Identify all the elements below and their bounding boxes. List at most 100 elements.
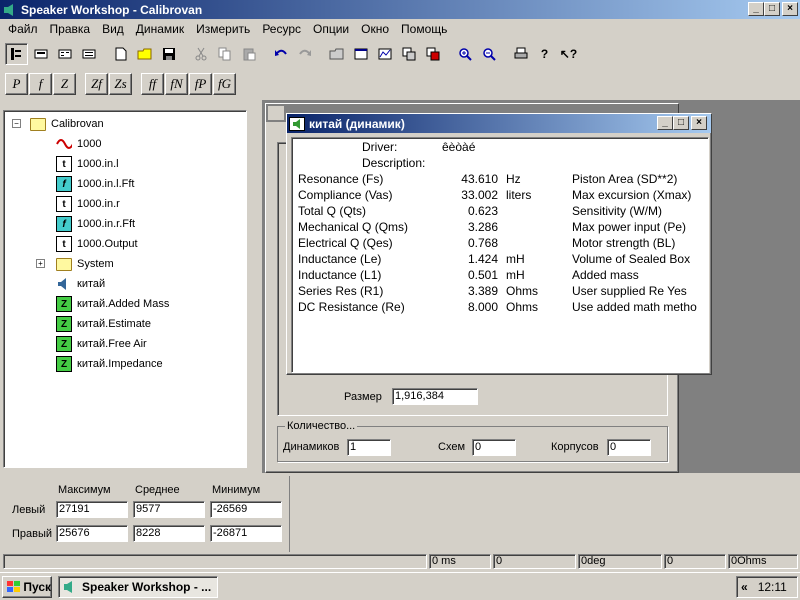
param-right-name: Volume of Sealed Box bbox=[572, 252, 691, 266]
start-button[interactable]: Пуск bbox=[2, 576, 52, 598]
tree-item-system[interactable]: System bbox=[56, 254, 114, 274]
driver-minimize-button[interactable]: _ bbox=[657, 116, 673, 130]
maximize-button[interactable]: □ bbox=[764, 2, 780, 16]
min-header: Минимум bbox=[212, 484, 261, 496]
main-toolbar: ? ↖? bbox=[2, 40, 581, 68]
driver-label: Driver: bbox=[362, 140, 398, 154]
param-row: Inductance (L1) 0.501 mH Added mass bbox=[292, 268, 710, 284]
tree-item-label: китай.Impedance bbox=[77, 358, 163, 370]
tray-expand-icon[interactable]: « bbox=[741, 580, 748, 594]
math-zs-button[interactable]: Zs bbox=[109, 73, 132, 95]
menu-resource[interactable]: Ресурс bbox=[256, 22, 307, 36]
param-value: 3.389 bbox=[467, 284, 498, 298]
minimize-button[interactable]: _ bbox=[748, 2, 764, 16]
tree-item-kitay-estimate[interactable]: Z китай.Estimate bbox=[56, 314, 151, 334]
z-doc-icon: Z bbox=[56, 296, 72, 312]
param-right-name: Added mass bbox=[572, 268, 639, 282]
paste-icon[interactable] bbox=[237, 43, 260, 65]
max-header: Максимум bbox=[58, 484, 111, 496]
help-icon[interactable]: ? bbox=[533, 43, 556, 65]
menu-edit[interactable]: Правка bbox=[44, 22, 97, 36]
driver-window[interactable]: китай (динамик) _ □ × Driver: êèòàé Desc… bbox=[286, 113, 712, 375]
param-row: Mechanical Q (Qms) 3.286 Max power input… bbox=[292, 220, 710, 236]
menu-options[interactable]: Опции bbox=[307, 22, 355, 36]
tree-item-1000[interactable]: 1000 bbox=[56, 134, 101, 154]
save-icon[interactable] bbox=[157, 43, 180, 65]
undo-icon[interactable] bbox=[269, 43, 292, 65]
param-name: Electrical Q (Qes) bbox=[298, 236, 393, 250]
tree-item-1000-in-r[interactable]: t 1000.in.r bbox=[56, 194, 120, 214]
print-icon[interactable] bbox=[509, 43, 532, 65]
status-ohms: 0Ohms bbox=[728, 554, 798, 569]
tree-item-label: 1000.Output bbox=[77, 238, 138, 250]
status-phase: 0deg bbox=[578, 554, 662, 569]
speaker-icon bbox=[56, 276, 72, 292]
cut-icon[interactable] bbox=[189, 43, 212, 65]
math-fp-button[interactable]: fP bbox=[189, 73, 212, 95]
menu-help[interactable]: Помощь bbox=[395, 22, 453, 36]
close-button[interactable]: × bbox=[782, 2, 798, 16]
large-icons-icon[interactable] bbox=[29, 43, 52, 65]
param-name: Resonance (Fs) bbox=[298, 172, 384, 186]
tree-item-kitay-free-air[interactable]: Z китай.Free Air bbox=[56, 334, 147, 354]
graph-icon[interactable] bbox=[373, 43, 396, 65]
tree-item-1000-in-l[interactable]: t 1000.in.l bbox=[56, 154, 119, 174]
math-zf-button[interactable]: Zf bbox=[85, 73, 108, 95]
menu-view[interactable]: Вид bbox=[96, 22, 130, 36]
param-unit: mH bbox=[506, 268, 525, 282]
menu-driver[interactable]: Динамик bbox=[130, 22, 190, 36]
open-dialog-icon[interactable] bbox=[325, 43, 348, 65]
folder-icon bbox=[56, 256, 72, 272]
menu-file[interactable]: Файл bbox=[2, 22, 44, 36]
tree-item-kitay[interactable]: китай bbox=[56, 274, 105, 294]
tree-item-1000-in-l-fft[interactable]: f 1000.in.l.Fft bbox=[56, 174, 134, 194]
right-avg-field: 8228 bbox=[133, 525, 205, 542]
tree-item-label: китай bbox=[77, 278, 106, 290]
tree-item-label: китай.Estimate bbox=[77, 318, 151, 330]
param-name: Mechanical Q (Qms) bbox=[298, 220, 409, 234]
open-folder-icon[interactable] bbox=[133, 43, 156, 65]
left-min-field: -26569 bbox=[210, 501, 282, 518]
driver-maximize-button[interactable]: □ bbox=[673, 116, 689, 130]
enclosure-icon[interactable] bbox=[421, 43, 444, 65]
levels-panel: Максимум Среднее Минимум Левый 27191 957… bbox=[0, 476, 800, 552]
tree-item-kitay-added-mass[interactable]: Z китай.Added Mass bbox=[56, 294, 169, 314]
tree-view-icon[interactable] bbox=[5, 43, 28, 65]
driver-value: êèòàé bbox=[442, 140, 476, 154]
context-help-icon[interactable]: ↖? bbox=[557, 43, 580, 65]
param-row: Resonance (Fs) 43.610 Hz Piston Area (SD… bbox=[292, 172, 710, 188]
menu-window[interactable]: Окно bbox=[355, 22, 395, 36]
copy-icon[interactable] bbox=[213, 43, 236, 65]
new-file-icon[interactable] bbox=[109, 43, 132, 65]
math-f-button[interactable]: f bbox=[29, 73, 52, 95]
status-bar: 0 ms 0 0deg 0 0Ohms bbox=[0, 552, 800, 570]
param-right-name: Use added math metho bbox=[572, 300, 697, 314]
resource-tree[interactable]: − Calibrovan 1000 t 1000.in.l f 1000.in.… bbox=[3, 110, 247, 468]
math-z-button[interactable]: Z bbox=[53, 73, 76, 95]
task-button-speaker-workshop[interactable]: Speaker Workshop - ... bbox=[58, 576, 218, 598]
tree-item-calibrovan[interactable]: Calibrovan bbox=[30, 114, 104, 134]
expand-icon[interactable]: + bbox=[36, 259, 45, 268]
driver-close-button[interactable]: × bbox=[691, 116, 707, 130]
param-right-name: Sensitivity (W/M) bbox=[572, 204, 662, 218]
tree-item-1000-in-r-fft[interactable]: f 1000.in.r.Fft bbox=[56, 214, 135, 234]
math-p-button[interactable]: P bbox=[5, 73, 28, 95]
speaker-app-icon bbox=[2, 2, 18, 18]
details-icon[interactable] bbox=[77, 43, 100, 65]
math-fn-button[interactable]: fN bbox=[165, 73, 188, 95]
collapse-icon[interactable]: − bbox=[12, 119, 21, 128]
redo-icon[interactable] bbox=[293, 43, 316, 65]
zoom-out-icon[interactable] bbox=[477, 43, 500, 65]
menu-measure[interactable]: Измерить bbox=[190, 22, 256, 36]
status-time: 0 ms bbox=[429, 554, 491, 569]
math-ff-button[interactable]: ff bbox=[141, 73, 164, 95]
chart-window-icon[interactable] bbox=[349, 43, 372, 65]
tree-item-kitay-impedance[interactable]: Z китай.Impedance bbox=[56, 354, 163, 374]
param-row: Series Res (R1) 3.389 Ohms User supplied… bbox=[292, 284, 710, 300]
tree-item-1000-output[interactable]: t 1000.Output bbox=[56, 234, 138, 254]
zoom-in-icon[interactable] bbox=[453, 43, 476, 65]
small-icons-icon[interactable] bbox=[53, 43, 76, 65]
math-p-label: P bbox=[12, 76, 21, 91]
network-icon[interactable] bbox=[397, 43, 420, 65]
math-fg-button[interactable]: fG bbox=[213, 73, 236, 95]
